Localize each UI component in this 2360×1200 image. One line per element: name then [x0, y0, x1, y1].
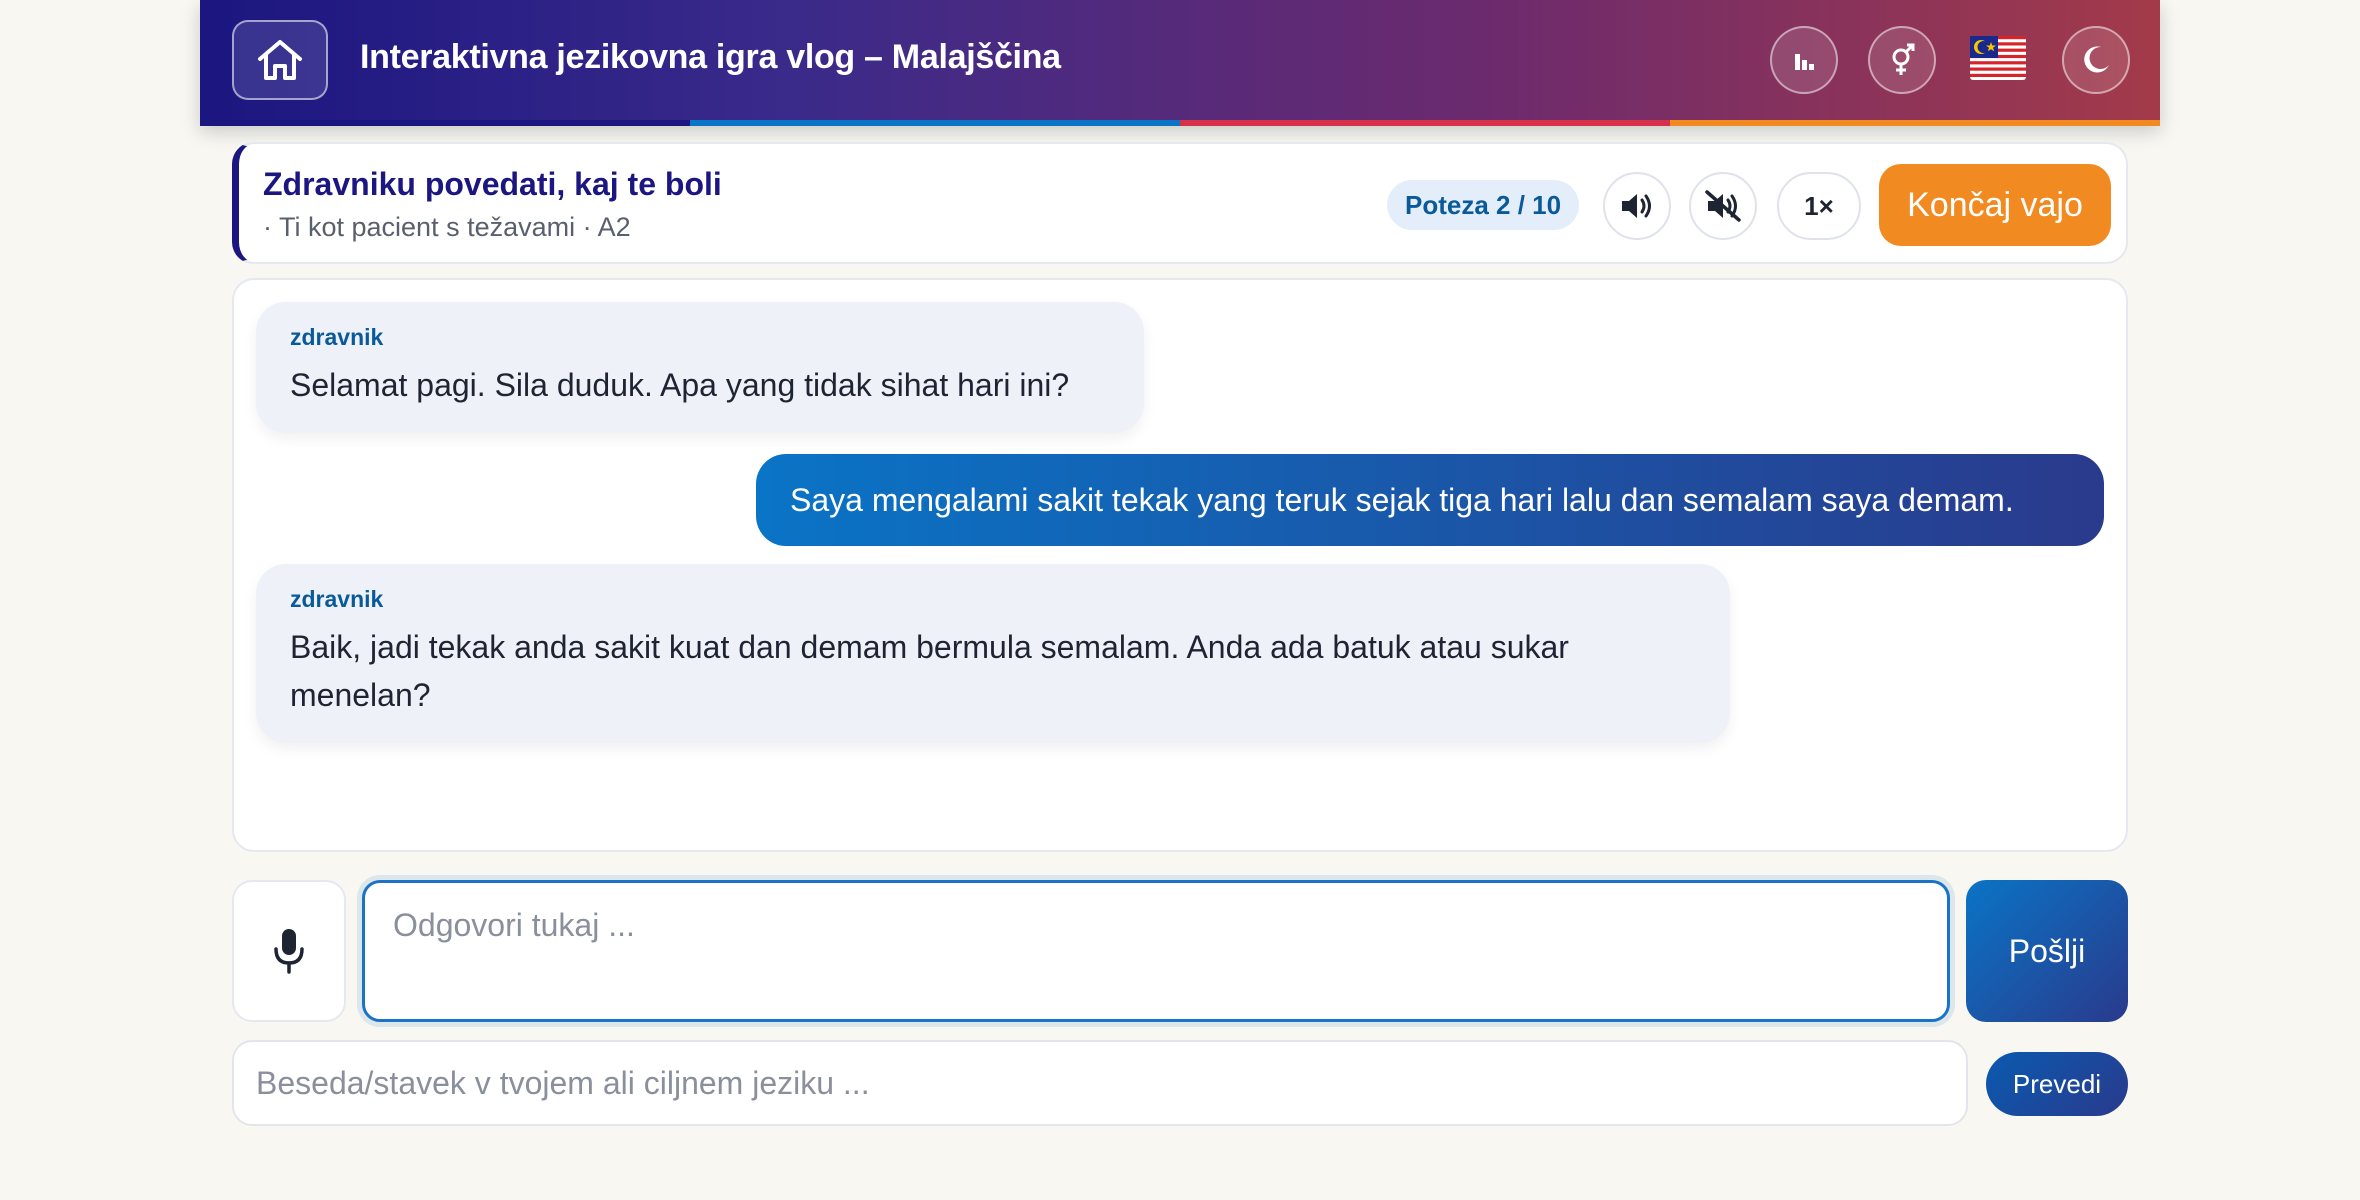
language-flag-button[interactable] — [1970, 36, 2026, 80]
translate-button[interactable]: Prevedi — [1986, 1052, 2128, 1116]
scenario-subtitle: · Ti kot pacient s težavami · A2 — [263, 212, 631, 242]
message-speaker: zdravnik — [290, 324, 384, 350]
header-color-stripe — [200, 120, 2160, 126]
sound-button[interactable] — [1603, 172, 1671, 240]
bar-chart-icon — [1795, 54, 1814, 70]
malaysia-flag-icon — [1970, 36, 2026, 80]
answer-input[interactable] — [362, 880, 1950, 1022]
speaker-off-icon — [1705, 190, 1741, 222]
moon-icon — [2084, 46, 2109, 73]
message-text: Selamat pagi. Sila duduk. Apa yang tidak… — [290, 367, 1070, 403]
partner-message: zdravnik Selamat pagi. Sila duduk. Apa y… — [256, 302, 1144, 433]
message-speaker: zdravnik — [290, 586, 384, 612]
gender-icon — [1892, 43, 1915, 75]
scenario-title: Zdravniku povedati, kaj te boli — [263, 166, 722, 202]
user-message: Saya mengalami sakit tekak yang teruk se… — [756, 454, 2104, 546]
send-button[interactable]: Pošlji — [1966, 880, 2128, 1022]
turn-counter-badge: Poteza 2 / 10 — [1387, 180, 1580, 230]
scenario-card: Zdravniku povedati, kaj te boli · Ti kot… — [232, 142, 2128, 264]
translate-input[interactable] — [232, 1040, 1968, 1126]
chat-panel: zdravnik Selamat pagi. Sila duduk. Apa y… — [232, 278, 2128, 852]
partner-message: zdravnik Baik, jadi tekak anda sakit kua… — [256, 564, 1730, 743]
playback-speed-button[interactable]: 1× — [1777, 172, 1861, 240]
home-button[interactable] — [232, 20, 328, 100]
end-exercise-button[interactable]: Končaj vajo — [1879, 164, 2111, 246]
page-title: Interaktivna jezikovna igra vlog – Malaj… — [360, 38, 1061, 76]
gender-button[interactable] — [1868, 26, 1936, 94]
app-header: Interaktivna jezikovna igra vlog – Malaj… — [200, 0, 2160, 126]
microphone-button[interactable] — [232, 880, 346, 1022]
stats-button[interactable] — [1770, 26, 1838, 94]
speaker-icon — [1622, 194, 1651, 218]
message-text: Baik, jadi tekak anda sakit kuat dan dem… — [290, 629, 1569, 713]
microphone-icon — [274, 929, 304, 974]
theme-toggle-button[interactable] — [2062, 26, 2130, 94]
home-icon — [258, 40, 302, 80]
mute-button[interactable] — [1689, 172, 1757, 240]
